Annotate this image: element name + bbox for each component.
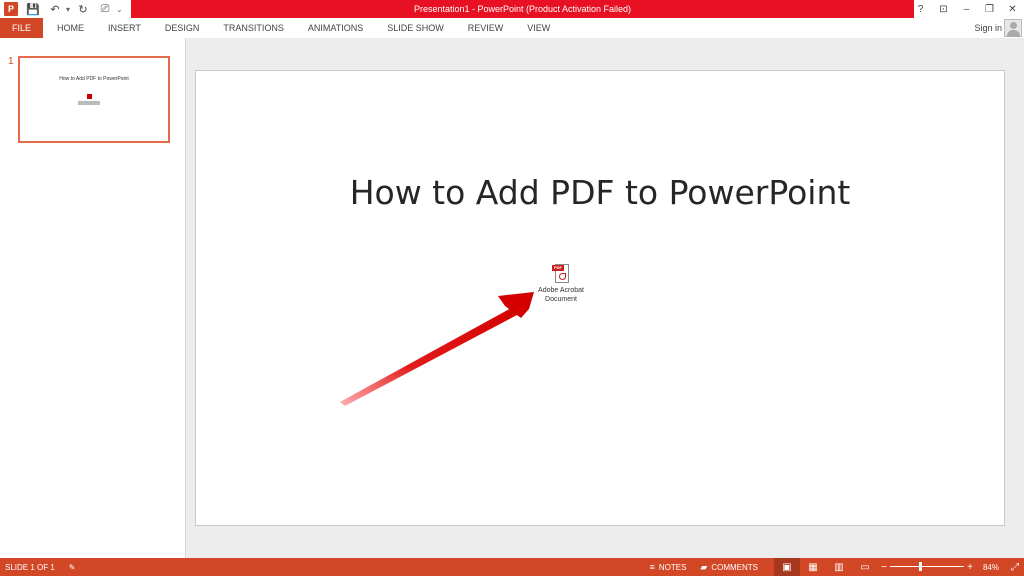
tab-view[interactable]: VIEW	[515, 18, 562, 38]
close-icon[interactable]: ✕	[1001, 0, 1024, 18]
fit-slide-icon[interactable]: ⤢	[1006, 562, 1024, 573]
thumbnail-number: 1	[8, 56, 14, 67]
zoom-out-icon[interactable]: −	[878, 562, 890, 573]
undo-icon[interactable]: ↶	[44, 0, 66, 18]
app-icon[interactable]: P	[0, 0, 22, 18]
redo-icon[interactable]: ↻	[72, 0, 94, 18]
tab-slide-show[interactable]: SLIDE SHOW	[375, 18, 456, 38]
tab-file[interactable]: FILE	[0, 18, 43, 38]
slideshow-view-icon[interactable]: ▭	[852, 558, 878, 576]
tab-insert[interactable]: INSERT	[96, 18, 153, 38]
slide-sorter-view-icon[interactable]: ▦	[800, 558, 826, 576]
thumbnail-title: How to Add PDF to PowerPoint	[59, 76, 129, 82]
comments-icon: ▰	[700, 561, 708, 572]
pdf-document-icon: PDF	[552, 264, 570, 284]
ribbon-tabs: FILE HOME INSERT DESIGN TRANSITIONS ANIM…	[0, 18, 1024, 38]
customize-qat-icon[interactable]: ⌄	[116, 5, 123, 14]
save-icon[interactable]: 💾	[22, 0, 44, 18]
thumbnail-pdf-caption	[78, 101, 100, 105]
slide-thumbnail-pane: 1 How to Add PDF to PowerPoint	[0, 38, 186, 558]
help-icon[interactable]: ?	[909, 0, 932, 18]
comments-button[interactable]: ▰ COMMENTS	[700, 558, 758, 576]
slide-title[interactable]: How to Add PDF to PowerPoint	[196, 173, 1004, 212]
notes-label: NOTES	[658, 562, 687, 572]
thumbnail-pdf-icon	[87, 94, 92, 99]
comments-label: COMMENTS	[711, 562, 758, 572]
window-controls: ? ⊡ – ❐ ✕	[909, 0, 1024, 18]
window-title: Presentation1 - PowerPoint (Product Acti…	[131, 0, 914, 18]
powerpoint-logo-icon: P	[4, 2, 18, 16]
zoom-percent[interactable]: 84%	[976, 563, 1006, 572]
slide[interactable]: How to Add PDF to PowerPoint PDF Adobe A…	[195, 70, 1005, 526]
pdf-label-line2: Document	[545, 296, 577, 303]
title-bar: P 💾 ↶ ▾ ↻ ⎚ ⌄ Presentation1 - PowerPoint…	[0, 0, 1024, 18]
notes-button[interactable]: ≡ NOTES	[650, 558, 687, 576]
avatar-icon[interactable]	[1004, 19, 1022, 37]
quick-access-toolbar: P 💾 ↶ ▾ ↻ ⎚ ⌄	[0, 0, 123, 18]
zoom-slider[interactable]	[890, 558, 964, 576]
minimize-icon[interactable]: –	[955, 0, 978, 18]
slide-count: SLIDE 1 OF 1	[5, 562, 55, 572]
reading-view-icon[interactable]: ▥	[826, 558, 852, 576]
normal-view-icon[interactable]: ▣	[774, 558, 800, 576]
tab-design[interactable]: DESIGN	[153, 18, 212, 38]
sign-in-link[interactable]: Sign in	[974, 18, 1002, 38]
start-slideshow-icon[interactable]: ⎚	[94, 0, 116, 18]
slide-thumbnail[interactable]: How to Add PDF to PowerPoint	[18, 56, 170, 143]
tab-animations[interactable]: ANIMATIONS	[296, 18, 375, 38]
ribbon-display-options-icon[interactable]: ⊡	[932, 0, 955, 18]
pdf-tag: PDF	[552, 265, 564, 271]
zoom-in-icon[interactable]: +	[964, 562, 976, 573]
zoom-slider-thumb[interactable]	[919, 562, 922, 571]
spelling-check-icon[interactable]: ✎	[69, 558, 76, 576]
tab-transitions[interactable]: TRANSITIONS	[211, 18, 296, 38]
restore-icon[interactable]: ❐	[978, 0, 1001, 18]
embedded-pdf-object[interactable]: PDF Adobe Acrobat Document	[530, 264, 592, 304]
pdf-object-label: Adobe Acrobat Document	[530, 286, 592, 304]
pdf-label-line1: Adobe Acrobat	[538, 287, 584, 294]
status-bar: SLIDE 1 OF 1 ✎ ≡ NOTES ▰ COMMENTS ▣ ▦ ▥ …	[0, 558, 1024, 576]
notes-icon: ≡	[649, 562, 655, 572]
tab-review[interactable]: REVIEW	[456, 18, 516, 38]
tab-home[interactable]: HOME	[43, 18, 96, 38]
